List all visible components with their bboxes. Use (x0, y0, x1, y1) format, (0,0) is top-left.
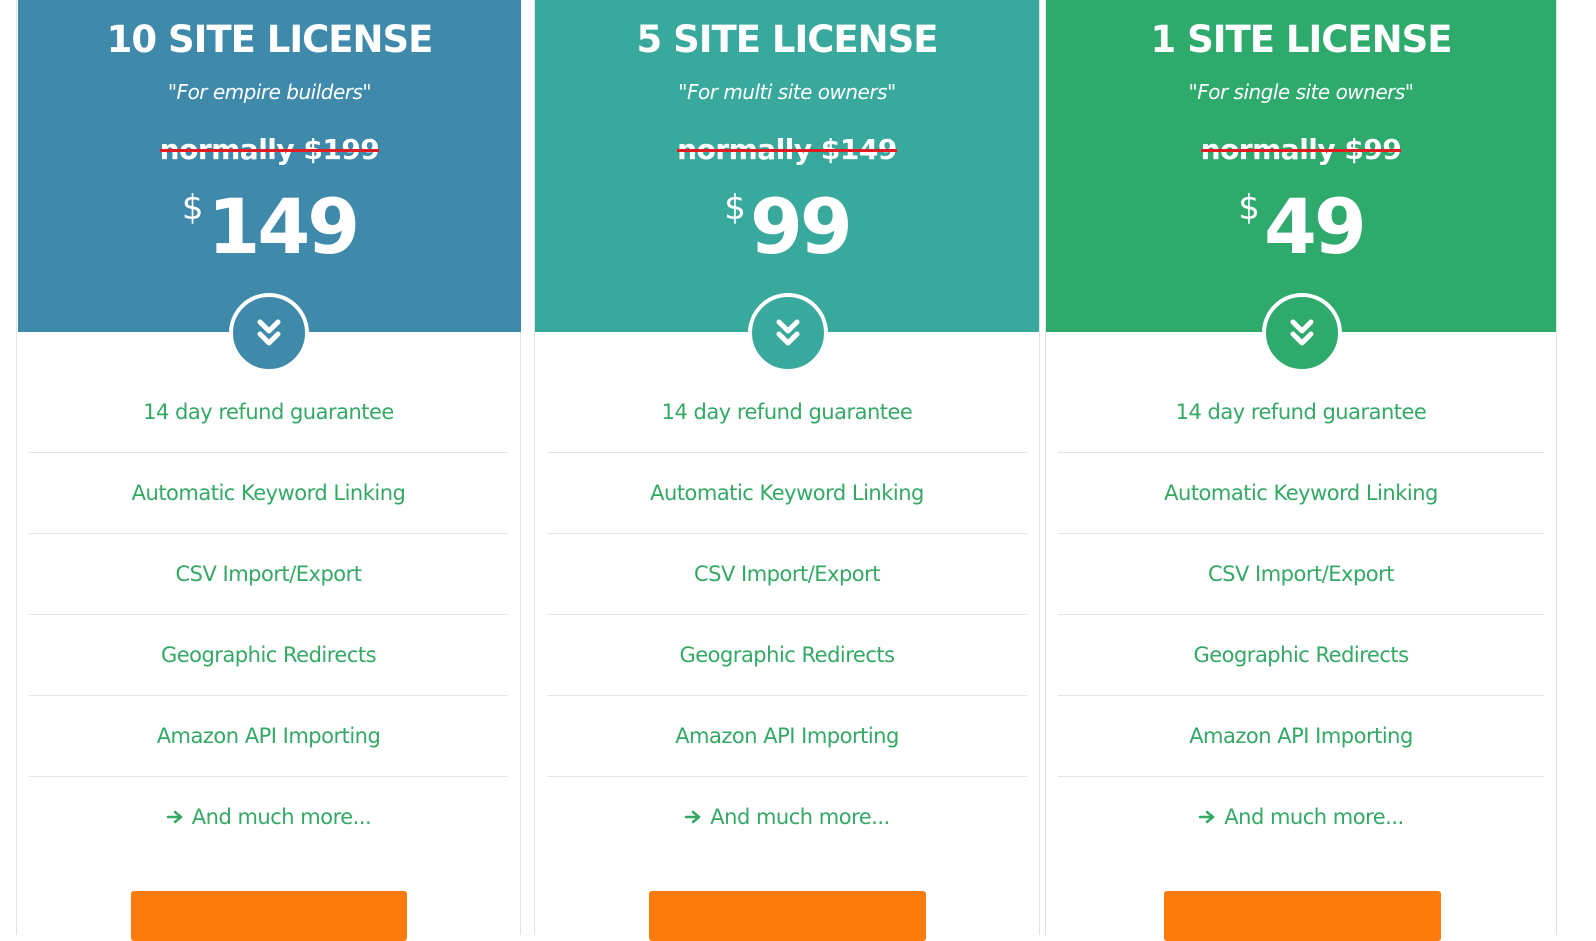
plan-price: $99 (535, 182, 1039, 272)
currency-symbol: $ (181, 188, 204, 228)
currency-symbol: $ (1238, 188, 1260, 228)
pricing-card-header: 1 SITE LICENSE "For single site owners" … (1046, 0, 1556, 332)
buy-button-1-site[interactable] (1164, 891, 1441, 941)
feature-list: 14 day refund guarantee Automatic Keywor… (29, 372, 508, 857)
arrow-right-icon (685, 810, 701, 824)
more-link-label: And much more... (191, 805, 372, 829)
pricing-card-1-site: 1 SITE LICENSE "For single site owners" … (1045, 0, 1557, 941)
price-amount: 99 (749, 182, 853, 271)
old-price: normally $199 (159, 133, 380, 166)
chevron-double-down-icon[interactable] (229, 293, 309, 373)
chevron-double-down-icon[interactable] (1262, 293, 1342, 373)
feature-item: Automatic Keyword Linking (29, 453, 508, 534)
plan-title: 1 SITE LICENSE (1150, 18, 1452, 61)
feature-item: 14 day refund guarantee (1058, 372, 1544, 453)
arrow-right-icon (166, 810, 183, 824)
feature-item: CSV Import/Export (1058, 534, 1544, 615)
arrow-right-icon (1199, 810, 1215, 824)
plan-title: 5 SITE LICENSE (636, 18, 938, 61)
plan-tagline: "For multi site owners" (678, 80, 896, 104)
feature-list: 14 day refund guarantee Automatic Keywor… (1058, 372, 1544, 857)
pricing-card-header: 10 SITE LICENSE "For empire builders" no… (18, 0, 521, 332)
pricing-card-10-site: 10 SITE LICENSE "For empire builders" no… (16, 0, 521, 941)
more-link[interactable]: And much more... (547, 777, 1027, 857)
more-link[interactable]: And much more... (1058, 777, 1544, 857)
feature-item: Geographic Redirects (29, 615, 508, 696)
buy-button-10-site[interactable] (131, 891, 407, 941)
feature-item: 14 day refund guarantee (29, 372, 508, 453)
feature-item: CSV Import/Export (547, 534, 1027, 615)
price-amount: 49 (1263, 182, 1367, 271)
more-link[interactable]: And much more... (29, 777, 508, 857)
pricing-card-5-site: 5 SITE LICENSE "For multi site owners" n… (534, 0, 1040, 941)
feature-item: Amazon API Importing (29, 696, 508, 777)
feature-item: 14 day refund guarantee (547, 372, 1027, 453)
feature-item: Geographic Redirects (547, 615, 1027, 696)
plan-tagline: "For empire builders" (167, 80, 372, 104)
plan-price: $49 (1046, 182, 1556, 272)
feature-item: CSV Import/Export (29, 534, 508, 615)
plan-title: 10 SITE LICENSE (106, 18, 434, 61)
more-link-label: And much more... (1224, 805, 1404, 829)
currency-symbol: $ (724, 188, 746, 228)
feature-item: Geographic Redirects (1058, 615, 1544, 696)
feature-item: Amazon API Importing (1058, 696, 1544, 777)
feature-item: Amazon API Importing (547, 696, 1027, 777)
price-amount: 149 (207, 182, 360, 271)
old-price: normally $149 (677, 133, 897, 166)
plan-price: $149 (18, 182, 521, 272)
pricing-card-header: 5 SITE LICENSE "For multi site owners" n… (535, 0, 1039, 332)
chevron-double-down-icon[interactable] (748, 293, 828, 373)
feature-list: 14 day refund guarantee Automatic Keywor… (547, 372, 1027, 857)
more-link-label: And much more... (710, 805, 890, 829)
feature-item: Automatic Keyword Linking (1058, 453, 1544, 534)
plan-tagline: "For single site owners" (1188, 80, 1414, 104)
buy-button-5-site[interactable] (649, 891, 926, 941)
feature-item: Automatic Keyword Linking (547, 453, 1027, 534)
old-price: normally $99 (1200, 133, 1402, 166)
